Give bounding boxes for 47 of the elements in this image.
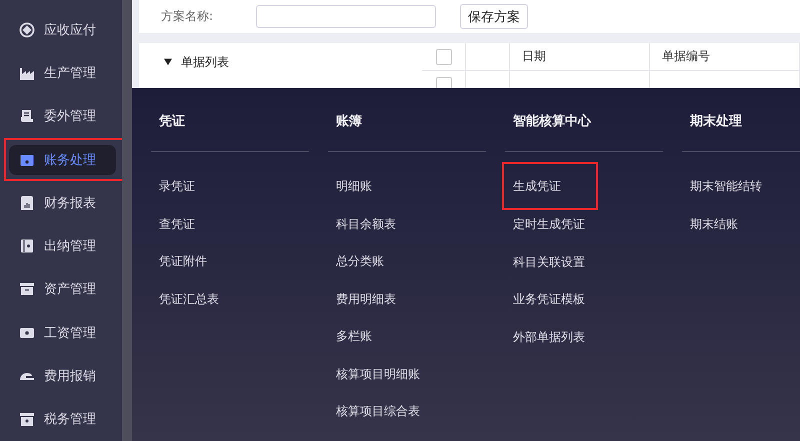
sidebar-item[interactable]: 账务处理	[9, 144, 116, 175]
column-header: 日期	[510, 43, 650, 70]
sidebar-item[interactable]: 税务管理	[9, 404, 114, 434]
field-label: 方案名称:	[161, 8, 214, 25]
tree-item[interactable]: 单据列表	[181, 54, 229, 70]
scroll-icon	[19, 108, 35, 124]
scrollbar[interactable]	[122, 0, 132, 441]
store-icon	[19, 411, 35, 428]
menu-heading: 智能核算中心	[505, 88, 663, 152]
menu-item[interactable]: 业务凭证模板	[513, 291, 585, 308]
book-icon	[19, 238, 35, 254]
menu-item[interactable]: 核算项目综合表	[336, 403, 420, 420]
menu-item[interactable]: 科目余额表	[336, 216, 396, 233]
sidebar-item[interactable]: 资产管理	[9, 274, 114, 304]
sidebar-item[interactable]: 出纳管理	[9, 231, 114, 262]
checkbox[interactable]	[436, 48, 452, 64]
menu-item[interactable]: 生成凭证	[513, 178, 561, 194]
expanded-triangle-icon[interactable]	[164, 58, 172, 66]
menu-item[interactable]: 凭证汇总表	[159, 290, 219, 308]
sidebar-item[interactable]: 财务报表	[9, 188, 114, 218]
menu-item[interactable]: 查凭证	[159, 216, 195, 233]
input-field[interactable]	[256, 5, 436, 28]
menu-item[interactable]: 核算项目明细账	[336, 366, 420, 383]
diamond-circle-icon	[19, 22, 35, 38]
menu-item[interactable]: 定时生成凭证	[513, 216, 585, 234]
save-button[interactable]: 保存方案	[460, 4, 528, 29]
sidebar-item[interactable]: 生产管理	[9, 58, 114, 88]
menu-heading: 账簿	[328, 88, 486, 152]
bar-chart-icon	[19, 194, 35, 211]
menu-item[interactable]: 明细账	[336, 178, 372, 196]
menu-heading: 期末处理	[682, 88, 800, 152]
menu-item[interactable]: 总分类账	[336, 253, 384, 270]
menu-item[interactable]: 期末结账	[690, 216, 738, 233]
menu-item[interactable]: 期末智能结转	[690, 178, 762, 196]
archive-icon	[19, 281, 35, 298]
column-header: 单据编号	[650, 43, 800, 70]
sidebar-item[interactable]: 工资管理	[9, 318, 114, 348]
menu-item[interactable]: 外部单据列表	[513, 328, 585, 346]
menu-item[interactable]: 多栏账	[336, 328, 372, 346]
menu-item[interactable]: 录凭证	[159, 178, 195, 196]
menu-item[interactable]: 科目关联设置	[513, 254, 585, 271]
menu-heading: 凭证	[151, 88, 309, 152]
sidebar-item[interactable]: 委外管理	[9, 101, 114, 132]
sidebar-item[interactable]: 应收应付	[9, 14, 114, 45]
menu-item[interactable]: 费用明细表	[336, 290, 396, 308]
menu-item[interactable]: 凭证附件	[159, 253, 207, 270]
sidebar-item[interactable]: 费用报销	[9, 361, 114, 392]
